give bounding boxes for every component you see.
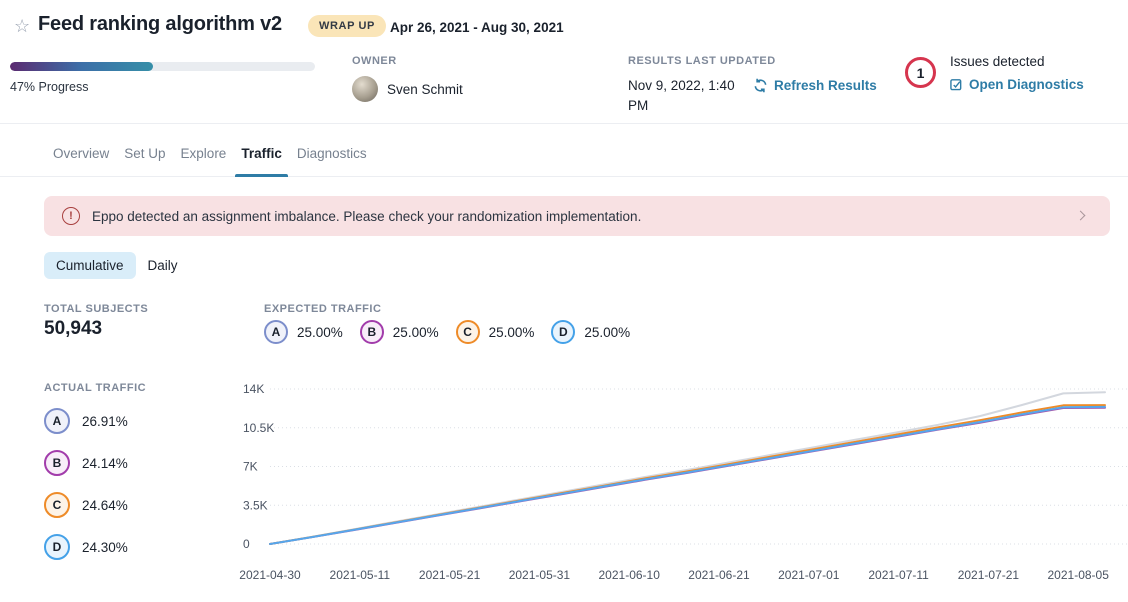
warning-icon: ! [62, 207, 80, 225]
expected-traffic-item-d: D 25.00% [551, 320, 630, 344]
imbalance-alert-banner: ! Eppo detected an assignment imbalance.… [44, 196, 1110, 236]
total-subjects-label: TOTAL SUBJECTS [44, 303, 148, 315]
x-tick-2021-05-31: 2021-05-31 [509, 568, 571, 582]
x-tick-2021-07-21: 2021-07-21 [958, 568, 1020, 582]
traffic-chart: 0 3.5K 7K 10.5K 14K 2021-04-30 2021-05-11 2021-… [230, 380, 1128, 595]
actual-traffic-value-d: 24.30% [82, 540, 128, 555]
actual-traffic-item-d: D 24.30% [44, 534, 128, 560]
expected-traffic-item-c: C 25.00% [456, 320, 535, 344]
page-title: Feed ranking algorithm v2 [38, 13, 282, 36]
owner-name: Sven Schmit [387, 82, 463, 97]
expected-traffic-value-c: 25.00% [489, 325, 535, 340]
variant-badge-c: C [44, 492, 70, 518]
actual-traffic-value-a: 26.91% [82, 414, 128, 429]
experiment-date-range: Apr 26, 2021 - Aug 30, 2021 [390, 20, 564, 35]
toggle-cumulative[interactable]: Cumulative [44, 252, 136, 279]
favorite-star-icon[interactable]: ☆ [14, 16, 30, 37]
x-tick-2021-07-11: 2021-07-11 [868, 568, 929, 582]
y-tick-7K: 7K [243, 460, 258, 474]
actual-traffic-item-c: C 24.64% [44, 492, 128, 518]
y-tick-0: 0 [243, 537, 250, 551]
refresh-icon [753, 78, 768, 93]
variant-badge-d: D [44, 534, 70, 560]
issues-count-badge: 1 [905, 57, 936, 88]
expected-traffic-value-d: 25.00% [584, 325, 630, 340]
expected-traffic-value-b: 25.00% [393, 325, 439, 340]
x-tick-2021-04-30: 2021-04-30 [239, 568, 301, 582]
x-tick-2021-08-05: 2021-08-05 [1048, 568, 1110, 582]
owner-avatar[interactable] [352, 76, 378, 102]
actual-traffic-item-a: A 26.91% [44, 408, 128, 434]
variant-badge-a: A [264, 320, 288, 344]
chevron-right-icon[interactable] [1076, 211, 1086, 221]
series-line-a [270, 392, 1105, 544]
y-tick-14K: 14K [243, 382, 264, 396]
tab-overview[interactable]: Overview [47, 143, 115, 176]
issues-detected-text: Issues detected [950, 54, 1045, 69]
expected-traffic-list: A 25.00% B 25.00% C 25.00% D 25.00% [264, 320, 630, 344]
tab-set-up[interactable]: Set Up [118, 143, 171, 176]
results-updated-value: Nov 9, 2022, 1:40 PM [628, 76, 742, 117]
variant-badge-b: B [360, 320, 384, 344]
x-tick-2021-05-21: 2021-05-21 [419, 568, 481, 582]
results-updated-label: RESULTS LAST UPDATED [628, 55, 776, 67]
y-tick-3.5K: 3.5K [243, 498, 268, 512]
tab-diagnostics[interactable]: Diagnostics [291, 143, 373, 176]
series-line-d [270, 407, 1105, 544]
status-badge: WRAP UP [308, 15, 386, 37]
refresh-results-button[interactable]: Refresh Results [753, 78, 877, 93]
progress-bar [10, 62, 315, 71]
actual-traffic-value-c: 24.64% [82, 498, 128, 513]
actual-traffic-value-b: 24.14% [82, 456, 128, 471]
variant-badge-b: B [44, 450, 70, 476]
variant-badge-a: A [44, 408, 70, 434]
owner-label: OWNER [352, 55, 397, 67]
x-tick-2021-07-01: 2021-07-01 [778, 568, 840, 582]
expected-traffic-label: EXPECTED TRAFFIC [264, 303, 381, 315]
x-tick-2021-06-21: 2021-06-21 [688, 568, 750, 582]
actual-traffic-label: ACTUAL TRAFFIC [44, 382, 146, 394]
expected-traffic-item-b: B 25.00% [360, 320, 439, 344]
view-toggle: Cumulative Daily [44, 252, 190, 279]
expected-traffic-value-a: 25.00% [297, 325, 343, 340]
variant-badge-d: D [551, 320, 575, 344]
open-diagnostics-label: Open Diagnostics [969, 77, 1084, 92]
tabs: OverviewSet UpExploreTrafficDiagnostics [0, 143, 1128, 177]
alert-message: Eppo detected an assignment imbalance. P… [92, 209, 641, 224]
header-divider [0, 123, 1128, 124]
expected-traffic-item-a: A 25.00% [264, 320, 343, 344]
actual-traffic-list: A 26.91% B 24.14% C 24.64% D 24.30% [44, 408, 128, 560]
x-tick-2021-06-10: 2021-06-10 [599, 568, 661, 582]
open-diagnostics-link[interactable]: Open Diagnostics [950, 77, 1084, 92]
refresh-results-label: Refresh Results [774, 78, 877, 93]
total-subjects-value: 50,943 [44, 318, 102, 340]
diagnostics-checklist-icon [950, 78, 963, 91]
progress-label: 47% Progress [10, 80, 89, 94]
variant-badge-c: C [456, 320, 480, 344]
tab-traffic[interactable]: Traffic [235, 143, 288, 176]
toggle-daily[interactable]: Daily [136, 252, 190, 279]
x-tick-2021-05-11: 2021-05-11 [330, 568, 391, 582]
tab-explore[interactable]: Explore [175, 143, 233, 176]
y-tick-10.5K: 10.5K [243, 421, 274, 435]
progress-bar-fill [10, 62, 153, 71]
experiment-page: ☆ Feed ranking algorithm v2 WRAP UP Apr … [0, 0, 1128, 602]
actual-traffic-item-b: B 24.14% [44, 450, 128, 476]
